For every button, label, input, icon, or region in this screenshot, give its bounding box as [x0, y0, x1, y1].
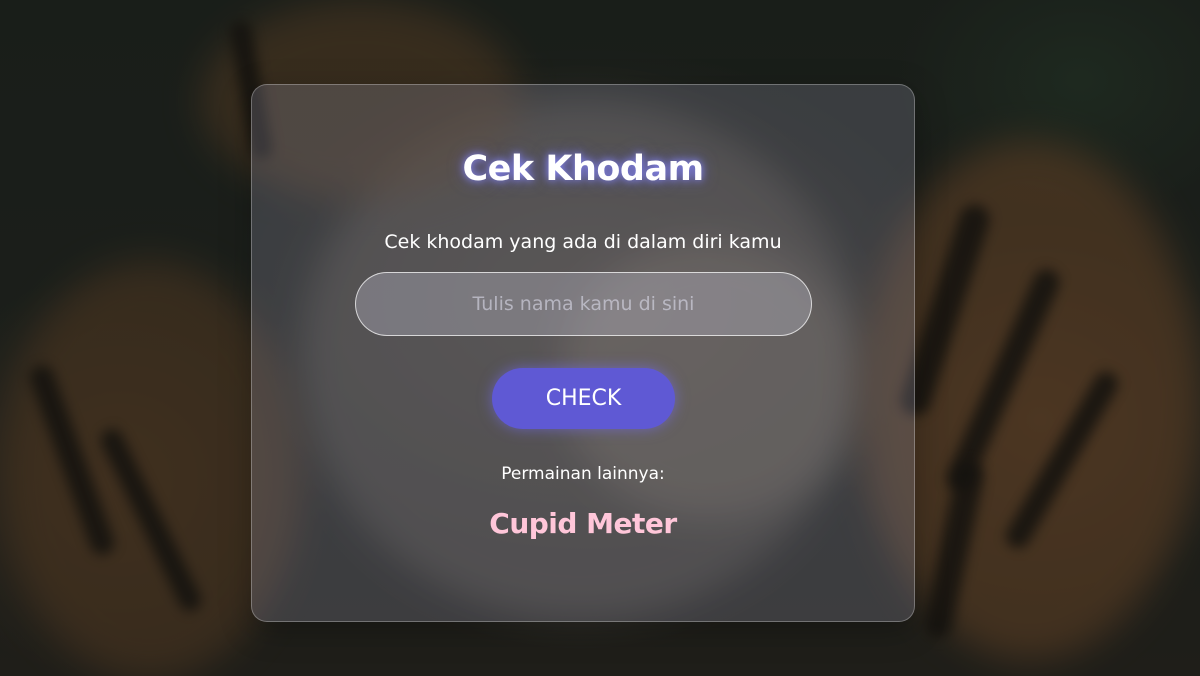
subtitle-text: Cek khodam yang ada di dalam diri kamu	[384, 231, 782, 253]
other-games-label: Permainan lainnya:	[501, 464, 665, 484]
page-title: Cek Khodam	[462, 149, 704, 189]
check-button[interactable]: CHECK	[492, 368, 675, 429]
name-input[interactable]	[355, 272, 812, 336]
cek-khodam-card: Cek Khodam Cek khodam yang ada di dalam …	[251, 84, 915, 622]
cupid-meter-link[interactable]: Cupid Meter	[252, 507, 914, 540]
